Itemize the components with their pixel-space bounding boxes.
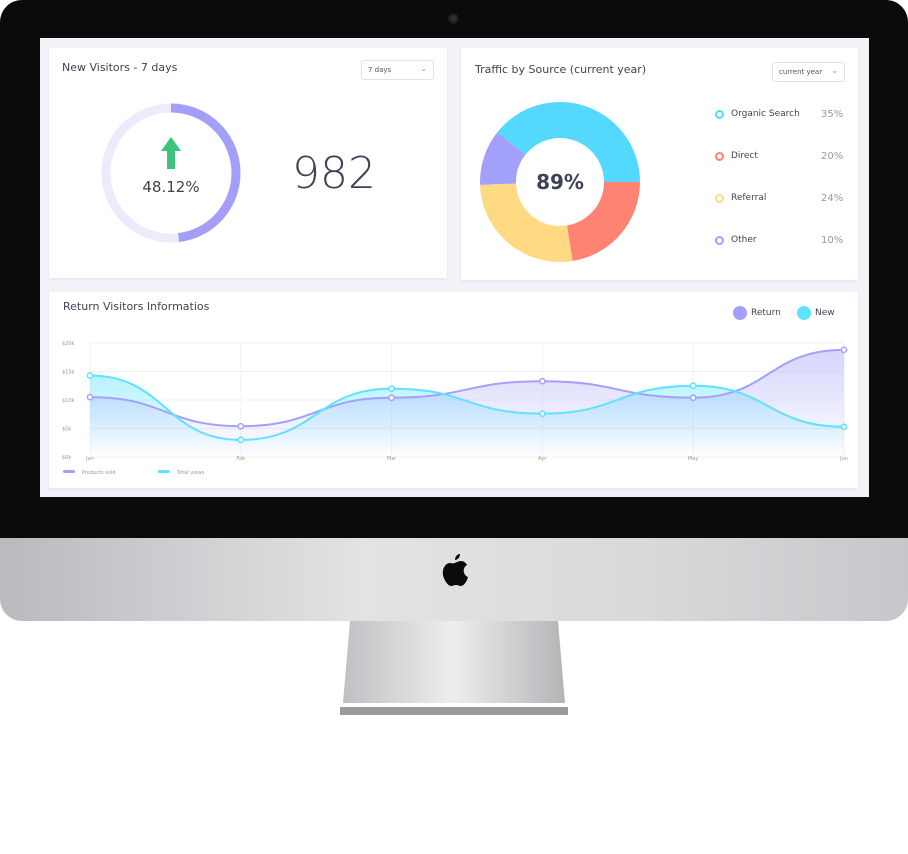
y-tick-label: $10k xyxy=(62,398,75,404)
y-tick-label: $0k xyxy=(62,455,71,461)
visitor-count: 982 xyxy=(292,148,376,199)
legend-percent: 35% xyxy=(821,109,844,120)
data-point[interactable] xyxy=(237,422,245,430)
legend-label: Direct xyxy=(731,151,758,161)
legend-dot-icon xyxy=(715,152,724,161)
growth-percent: 48.12% xyxy=(142,178,200,196)
progress-ring xyxy=(101,103,241,243)
legend-swatch xyxy=(158,470,170,473)
legend-label: Total views xyxy=(176,470,205,476)
period-select[interactable]: 7 days ⌄ xyxy=(361,60,434,80)
series-area xyxy=(90,349,844,457)
legend-swatch xyxy=(63,470,75,473)
camera-icon xyxy=(448,13,459,24)
donut-center-value: 89% xyxy=(536,170,584,194)
legend-label: Referral xyxy=(731,193,767,203)
traffic-card: Traffic by Source (current year) current… xyxy=(461,48,858,280)
card-title: Traffic by Source (current year) xyxy=(475,63,647,76)
select-value: 7 days xyxy=(368,66,392,74)
legend-dot-icon xyxy=(715,110,724,119)
data-point[interactable] xyxy=(539,377,546,385)
return-visitors-card: Return Visitors Informatios Return New $2… xyxy=(49,292,858,488)
legend-percent: 20% xyxy=(821,151,844,162)
donut-slice-referral xyxy=(480,183,573,262)
legend-dot-icon xyxy=(715,194,724,203)
legend-label: Products sold xyxy=(82,470,115,476)
data-point[interactable] xyxy=(237,436,245,444)
data-point[interactable] xyxy=(539,410,546,418)
new-visitors-card: New Visitors - 7 days 7 days ⌄ 48.12% 982 xyxy=(49,48,447,278)
chevron-down-icon: ⌄ xyxy=(831,66,838,75)
select-value: current year xyxy=(779,68,823,76)
dashboard-screen: New Visitors - 7 days 7 days ⌄ 48.12% 982… xyxy=(40,38,869,497)
apple-logo-icon xyxy=(442,554,468,586)
y-tick-label: $5k xyxy=(62,427,71,433)
data-point[interactable] xyxy=(86,393,94,401)
card-title: New Visitors - 7 days xyxy=(62,61,178,74)
data-point[interactable] xyxy=(840,346,848,354)
legend-percent: 10% xyxy=(821,235,844,246)
year-select[interactable]: current year ⌄ xyxy=(772,62,845,82)
data-point[interactable] xyxy=(388,394,395,402)
data-point[interactable] xyxy=(689,394,697,402)
legend-label: Organic Search xyxy=(731,109,800,119)
monitor-stand xyxy=(340,621,568,715)
data-point[interactable] xyxy=(388,385,395,392)
legend-percent: 24% xyxy=(821,193,844,204)
legend-label: Other xyxy=(731,235,757,245)
chevron-down-icon: ⌄ xyxy=(420,64,427,73)
y-tick-label: $20k xyxy=(62,341,75,347)
data-point[interactable] xyxy=(840,423,848,431)
y-tick-label: $15k xyxy=(62,370,75,376)
arrow-up-icon xyxy=(161,137,181,169)
legend-dot-icon xyxy=(715,236,724,245)
line-chart: $20k$15k$10k$5k$0k Jan Feb Mar Apr May JunProd… xyxy=(62,341,848,476)
data-point[interactable] xyxy=(689,382,697,390)
data-point[interactable] xyxy=(86,372,94,379)
